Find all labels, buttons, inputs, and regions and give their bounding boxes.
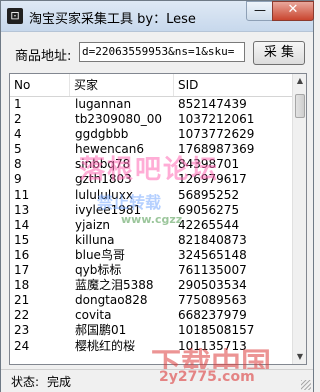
- row-no: 14: [14, 217, 30, 232]
- row-sid: 668237979: [178, 308, 247, 323]
- table-row[interactable]: 5 hewencan6 1768987369: [10, 142, 292, 157]
- row-sid: 821840873: [178, 232, 247, 247]
- column-header-no[interactable]: No: [10, 74, 70, 96]
- table-row[interactable]: 17 qyb标标 761135007: [10, 263, 292, 278]
- column-header-sid[interactable]: SID: [174, 74, 292, 96]
- row-buyer: 樱桃红的桜: [75, 338, 136, 353]
- row-sid: 126979617: [178, 172, 247, 187]
- row-no: 2: [14, 112, 22, 127]
- row-sid: 324565148: [178, 247, 247, 262]
- row-buyer: 蓝魔之泪5388: [75, 278, 154, 293]
- table-row[interactable]: 8 sinbbq78 84398701: [10, 157, 292, 172]
- minimize-button[interactable]: —: [246, 1, 274, 21]
- scrollbar-thumb[interactable]: [295, 94, 305, 118]
- row-no: 1: [14, 97, 22, 111]
- row-buyer: yjaizn: [75, 217, 111, 232]
- table-row[interactable]: 2 tb2309080_00 1037212061: [10, 112, 292, 127]
- table-row[interactable]: 16 blue鸟哥 324565148: [10, 248, 292, 263]
- row-buyer: ivylee1981: [75, 202, 142, 217]
- row-buyer: lugannan: [75, 97, 132, 111]
- table-row[interactable]: 21 dongtao828 775089563: [10, 293, 292, 308]
- window-title: 淘宝买家采集工具 by：Lese: [29, 12, 196, 27]
- row-sid: 1073772629: [178, 127, 255, 142]
- row-sid: 852147439: [178, 97, 247, 111]
- column-header-buyer[interactable]: 买家: [70, 74, 174, 96]
- close-button[interactable]: ✕: [272, 1, 314, 21]
- row-buyer: lulululuxx: [75, 187, 133, 202]
- row-no: 13: [14, 202, 30, 217]
- row-buyer: blue鸟哥: [75, 247, 125, 262]
- scroll-up-icon[interactable]: ▲: [294, 74, 306, 88]
- row-sid: 84398701: [178, 157, 240, 172]
- row-no: 23: [14, 323, 30, 338]
- row-buyer: qyb标标: [75, 263, 122, 278]
- row-buyer: ggdgbbb: [75, 127, 129, 142]
- table-row[interactable]: 11 lulululuxx 56895252: [10, 188, 292, 203]
- row-no: 18: [14, 278, 30, 293]
- row-no: 8: [14, 157, 22, 172]
- row-no: 21: [14, 293, 30, 308]
- table-row[interactable]: 4 ggdgbbb 1073772629: [10, 127, 292, 142]
- row-buyer: killuna: [75, 232, 115, 247]
- collect-button[interactable]: 采 集: [253, 41, 305, 65]
- row-no: 11: [14, 187, 30, 202]
- row-no: 17: [14, 263, 30, 278]
- table-row[interactable]: 23 郝国鹏01 1018508157: [10, 323, 292, 338]
- table-row[interactable]: 15 killuna 821840873: [10, 233, 292, 248]
- row-no: 9: [14, 172, 22, 187]
- row-buyer: gzth1803: [75, 172, 132, 187]
- table-row[interactable]: 9 gzth1803 126979617: [10, 172, 292, 187]
- row-sid: 42265544: [178, 217, 240, 232]
- row-buyer: 郝国鹏01: [75, 323, 127, 338]
- row-sid: 290503534: [178, 278, 247, 293]
- row-sid: 761135007: [178, 263, 247, 278]
- row-no: 4: [14, 127, 22, 142]
- row-sid: 1768987369: [178, 142, 255, 157]
- buyer-list[interactable]: No 买家 SID 1 lugannan 852147439 2 tb2309080_0…: [9, 73, 307, 365]
- row-sid: 1018508157: [178, 323, 255, 338]
- row-sid: 56895252: [178, 187, 240, 202]
- table-row[interactable]: 24 樱桃红的桜 101135713: [10, 339, 292, 354]
- vertical-scrollbar[interactable]: ▲ ▼: [292, 74, 306, 364]
- url-label: 商品地址:: [15, 49, 72, 64]
- app-window: ⊡ 淘宝买家采集工具 by：Lese — ✕ 商品地址: d=220635599…: [0, 0, 314, 392]
- row-buyer: sinbbq78: [75, 157, 131, 172]
- url-input[interactable]: d=22063559953&ns=1&sku=: [79, 42, 245, 62]
- status-label: 状态:: [11, 375, 40, 389]
- list-rows: 1 lugannan 852147439 2 tb2309080_00 103721206…: [10, 97, 292, 354]
- table-row[interactable]: 22 covita 668237979: [10, 308, 292, 323]
- row-no: 16: [14, 247, 30, 262]
- row-buyer: tb2309080_00: [75, 112, 163, 127]
- status-bar: 状态: 完成: [1, 369, 313, 392]
- row-no: 22: [14, 308, 30, 323]
- title-bar[interactable]: ⊡ 淘宝买家采集工具 by：Lese — ✕: [1, 1, 314, 32]
- row-sid: 1037212061: [178, 112, 255, 127]
- app-icon: ⊡: [7, 8, 23, 24]
- row-buyer: dongtao828: [75, 293, 148, 308]
- row-sid: 101135713: [178, 338, 247, 353]
- table-row[interactable]: 13 ivylee1981 69056275: [10, 203, 292, 218]
- table-row[interactable]: 1 lugannan 852147439: [10, 97, 292, 112]
- list-header: No 买家 SID: [10, 74, 292, 97]
- row-no: 15: [14, 232, 30, 247]
- row-no: 24: [14, 338, 30, 353]
- table-row[interactable]: 14 yjaizn 42265544: [10, 218, 292, 233]
- row-sid: 69056275: [178, 202, 240, 217]
- scroll-down-icon[interactable]: ▼: [294, 350, 306, 364]
- row-buyer: hewencan6: [75, 142, 144, 157]
- row-sid: 775089563: [178, 293, 247, 308]
- row-buyer: covita: [75, 308, 112, 323]
- resize-grip-icon[interactable]: [301, 380, 311, 390]
- table-row[interactable]: 18 蓝魔之泪5388 290503534: [10, 278, 292, 293]
- row-no: 5: [14, 142, 22, 157]
- status-value: 完成: [47, 375, 72, 389]
